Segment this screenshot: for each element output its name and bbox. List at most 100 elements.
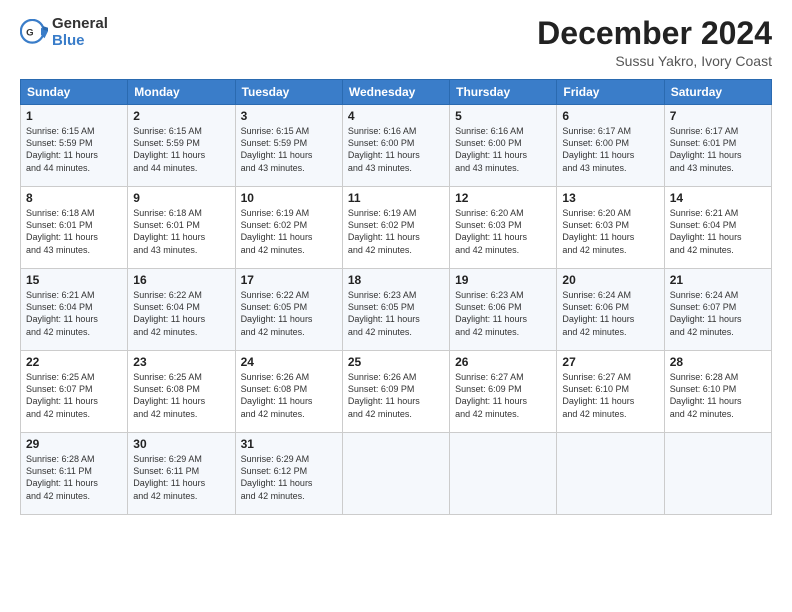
logo-text: General Blue — [52, 16, 108, 49]
calendar-table: SundayMondayTuesdayWednesdayThursdayFrid… — [20, 79, 772, 515]
day-cell-17: 17 Sunrise: 6:22 AM Sunset: 6:05 PM Dayli… — [235, 269, 342, 351]
day-of-week-tuesday: Tuesday — [235, 80, 342, 105]
day-info: Sunrise: 6:16 AM Sunset: 6:00 PM Dayligh… — [455, 125, 551, 174]
day-info: Sunrise: 6:24 AM Sunset: 6:07 PM Dayligh… — [670, 289, 766, 338]
day-of-week-friday: Friday — [557, 80, 664, 105]
day-cell-12: 12 Sunrise: 6:20 AM Sunset: 6:03 PM Dayli… — [450, 187, 557, 269]
day-cell-16: 16 Sunrise: 6:22 AM Sunset: 6:04 PM Dayli… — [128, 269, 235, 351]
logo: G General Blue — [20, 16, 108, 49]
day-number: 17 — [241, 273, 337, 287]
day-of-week-wednesday: Wednesday — [342, 80, 449, 105]
day-number: 13 — [562, 191, 658, 205]
day-info: Sunrise: 6:25 AM Sunset: 6:08 PM Dayligh… — [133, 371, 229, 420]
day-info: Sunrise: 6:29 AM Sunset: 6:12 PM Dayligh… — [241, 453, 337, 502]
day-number: 16 — [133, 273, 229, 287]
day-info: Sunrise: 6:20 AM Sunset: 6:03 PM Dayligh… — [455, 207, 551, 256]
day-number: 7 — [670, 109, 766, 123]
day-cell-28: 28 Sunrise: 6:28 AM Sunset: 6:10 PM Dayli… — [664, 351, 771, 433]
day-info: Sunrise: 6:19 AM Sunset: 6:02 PM Dayligh… — [241, 207, 337, 256]
day-cell-9: 9 Sunrise: 6:18 AM Sunset: 6:01 PM Daylig… — [128, 187, 235, 269]
day-info: Sunrise: 6:27 AM Sunset: 6:10 PM Dayligh… — [562, 371, 658, 420]
day-cell-29: 29 Sunrise: 6:28 AM Sunset: 6:11 PM Dayli… — [21, 433, 128, 515]
day-info: Sunrise: 6:18 AM Sunset: 6:01 PM Dayligh… — [133, 207, 229, 256]
day-cell-26: 26Sunrise: 6:27 AM Sunset: 6:09 PM Dayli… — [450, 351, 557, 433]
day-cell-22: 22 Sunrise: 6:25 AM Sunset: 6:07 PM Dayli… — [21, 351, 128, 433]
month-title: December 2024 — [537, 16, 772, 51]
day-info: Sunrise: 6:28 AM Sunset: 6:10 PM Dayligh… — [670, 371, 766, 420]
day-info: Sunrise: 6:15 AM Sunset: 5:59 PM Dayligh… — [26, 125, 122, 174]
day-info: Sunrise: 6:15 AM Sunset: 5:59 PM Dayligh… — [133, 125, 229, 174]
day-number: 23 — [133, 355, 229, 369]
day-cell-13: 13Sunrise: 6:20 AM Sunset: 6:03 PM Dayli… — [557, 187, 664, 269]
day-number: 19 — [455, 273, 551, 287]
day-info: Sunrise: 6:21 AM Sunset: 6:04 PM Dayligh… — [670, 207, 766, 256]
day-number: 30 — [133, 437, 229, 451]
logo-icon: G — [20, 19, 48, 47]
days-of-week-row: SundayMondayTuesdayWednesdayThursdayFrid… — [21, 80, 772, 105]
day-number: 10 — [241, 191, 337, 205]
day-number: 9 — [133, 191, 229, 205]
day-number: 15 — [26, 273, 122, 287]
week-row-3: 15Sunrise: 6:21 AM Sunset: 6:04 PM Dayli… — [21, 269, 772, 351]
empty-cell — [342, 433, 449, 515]
day-info: Sunrise: 6:27 AM Sunset: 6:09 PM Dayligh… — [455, 371, 551, 420]
day-number: 20 — [562, 273, 658, 287]
day-info: Sunrise: 6:26 AM Sunset: 6:08 PM Dayligh… — [241, 371, 337, 420]
day-info: Sunrise: 6:23 AM Sunset: 6:06 PM Dayligh… — [455, 289, 551, 338]
day-cell-20: 20 Sunrise: 6:24 AM Sunset: 6:06 PM Dayli… — [557, 269, 664, 351]
day-info: Sunrise: 6:22 AM Sunset: 6:05 PM Dayligh… — [241, 289, 337, 338]
day-info: Sunrise: 6:18 AM Sunset: 6:01 PM Dayligh… — [26, 207, 122, 256]
day-cell-21: 21 Sunrise: 6:24 AM Sunset: 6:07 PM Dayli… — [664, 269, 771, 351]
calendar-header: SundayMondayTuesdayWednesdayThursdayFrid… — [21, 80, 772, 105]
day-number: 24 — [241, 355, 337, 369]
header: G General Blue December 2024 Sussu Yakro… — [20, 16, 772, 69]
day-info: Sunrise: 6:23 AM Sunset: 6:05 PM Dayligh… — [348, 289, 444, 338]
day-number: 22 — [26, 355, 122, 369]
day-info: Sunrise: 6:22 AM Sunset: 6:04 PM Dayligh… — [133, 289, 229, 338]
day-cell-31: 31 Sunrise: 6:29 AM Sunset: 6:12 PM Dayli… — [235, 433, 342, 515]
day-cell-15: 15Sunrise: 6:21 AM Sunset: 6:04 PM Dayli… — [21, 269, 128, 351]
empty-cell — [557, 433, 664, 515]
day-cell-27: 27Sunrise: 6:27 AM Sunset: 6:10 PM Dayli… — [557, 351, 664, 433]
day-cell-8: 8 Sunrise: 6:18 AM Sunset: 6:01 PM Daylig… — [21, 187, 128, 269]
page: G General Blue December 2024 Sussu Yakro… — [0, 0, 792, 525]
day-number: 3 — [241, 109, 337, 123]
day-number: 8 — [26, 191, 122, 205]
day-cell-1: 1Sunrise: 6:15 AM Sunset: 5:59 PM Daylig… — [21, 105, 128, 187]
day-number: 31 — [241, 437, 337, 451]
day-cell-3: 3 Sunrise: 6:15 AM Sunset: 5:59 PM Daylig… — [235, 105, 342, 187]
day-info: Sunrise: 6:28 AM Sunset: 6:11 PM Dayligh… — [26, 453, 122, 502]
day-cell-2: 2 Sunrise: 6:15 AM Sunset: 5:59 PM Daylig… — [128, 105, 235, 187]
day-info: Sunrise: 6:19 AM Sunset: 6:02 PM Dayligh… — [348, 207, 444, 256]
day-number: 2 — [133, 109, 229, 123]
day-number: 6 — [562, 109, 658, 123]
day-cell-6: 6 Sunrise: 6:17 AM Sunset: 6:00 PM Daylig… — [557, 105, 664, 187]
day-cell-23: 23 Sunrise: 6:25 AM Sunset: 6:08 PM Dayli… — [128, 351, 235, 433]
location: Sussu Yakro, Ivory Coast — [537, 53, 772, 69]
day-cell-24: 24 Sunrise: 6:26 AM Sunset: 6:08 PM Dayli… — [235, 351, 342, 433]
day-cell-25: 25Sunrise: 6:26 AM Sunset: 6:09 PM Dayli… — [342, 351, 449, 433]
day-number: 5 — [455, 109, 551, 123]
day-info: Sunrise: 6:15 AM Sunset: 5:59 PM Dayligh… — [241, 125, 337, 174]
day-number: 21 — [670, 273, 766, 287]
day-info: Sunrise: 6:17 AM Sunset: 6:00 PM Dayligh… — [562, 125, 658, 174]
day-number: 25 — [348, 355, 444, 369]
day-cell-18: 18Sunrise: 6:23 AM Sunset: 6:05 PM Dayli… — [342, 269, 449, 351]
day-of-week-monday: Monday — [128, 80, 235, 105]
day-info: Sunrise: 6:29 AM Sunset: 6:11 PM Dayligh… — [133, 453, 229, 502]
week-row-2: 8 Sunrise: 6:18 AM Sunset: 6:01 PM Daylig… — [21, 187, 772, 269]
day-cell-7: 7Sunrise: 6:17 AM Sunset: 6:01 PM Daylig… — [664, 105, 771, 187]
day-number: 4 — [348, 109, 444, 123]
day-number: 29 — [26, 437, 122, 451]
day-of-week-thursday: Thursday — [450, 80, 557, 105]
day-info: Sunrise: 6:24 AM Sunset: 6:06 PM Dayligh… — [562, 289, 658, 338]
week-row-5: 29 Sunrise: 6:28 AM Sunset: 6:11 PM Dayli… — [21, 433, 772, 515]
day-info: Sunrise: 6:25 AM Sunset: 6:07 PM Dayligh… — [26, 371, 122, 420]
logo-blue: Blue — [52, 33, 108, 50]
day-number: 11 — [348, 191, 444, 205]
day-cell-19: 19 Sunrise: 6:23 AM Sunset: 6:06 PM Dayli… — [450, 269, 557, 351]
day-cell-10: 10 Sunrise: 6:19 AM Sunset: 6:02 PM Dayli… — [235, 187, 342, 269]
day-number: 28 — [670, 355, 766, 369]
day-info: Sunrise: 6:16 AM Sunset: 6:00 PM Dayligh… — [348, 125, 444, 174]
day-number: 12 — [455, 191, 551, 205]
